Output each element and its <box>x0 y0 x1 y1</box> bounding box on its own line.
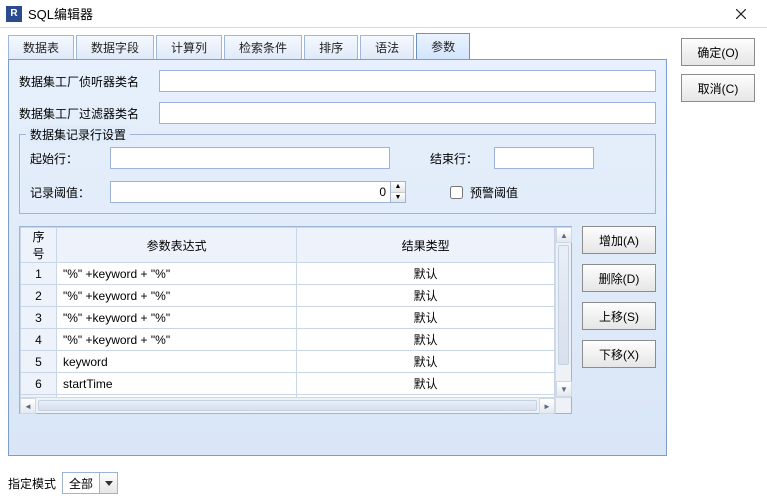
tab-calc-columns[interactable]: 计算列 <box>156 35 222 59</box>
threshold-spin-up[interactable]: ▲ <box>391 182 405 193</box>
chevron-down-icon[interactable] <box>99 473 117 493</box>
listener-label: 数据集工厂侦听器类名 <box>19 73 159 90</box>
cell-expr[interactable]: "%" +keyword + "%" <box>57 307 297 329</box>
close-icon <box>736 9 746 19</box>
scroll-right-icon[interactable]: ► <box>539 398 555 414</box>
cancel-button[interactable]: 取消(C) <box>681 74 755 102</box>
cell-expr[interactable]: "%" +keyword + "%" <box>57 285 297 307</box>
params-panel: 数据集工厂侦听器类名 数据集工厂过滤器类名 数据集记录行设置 起始行： 结束行：… <box>8 60 667 456</box>
table-row[interactable]: 5keyword默认 <box>21 351 555 373</box>
cell-index[interactable]: 4 <box>21 329 57 351</box>
tab-data-table[interactable]: 数据表 <box>8 35 74 59</box>
cell-expr[interactable]: "%" +keyword + "%" <box>57 329 297 351</box>
record-rows-group: 数据集记录行设置 起始行： 结束行： 记录阈值： ▲ ▼ 预警阈 <box>19 134 656 214</box>
app-icon: R <box>6 6 22 22</box>
warn-threshold-label: 预警阈值 <box>470 184 518 201</box>
tab-search-conditions[interactable]: 检索条件 <box>224 35 302 59</box>
scroll-up-icon[interactable]: ▲ <box>556 227 572 243</box>
cell-index[interactable]: 1 <box>21 263 57 285</box>
scroll-thumb-vertical[interactable] <box>558 245 569 365</box>
mode-label: 指定模式 <box>8 475 56 492</box>
threshold-label: 记录阈值： <box>30 184 110 201</box>
cell-result[interactable]: 默认 <box>297 329 555 351</box>
delete-button[interactable]: 删除(D) <box>582 264 656 292</box>
filter-input[interactable] <box>159 102 656 124</box>
filter-label: 数据集工厂过滤器类名 <box>19 105 159 122</box>
cell-expr[interactable]: "%" +keyword + "%" <box>57 263 297 285</box>
params-grid: 序号 参数表达式 结果类型 1"%" +keyword + "%"默认2"%" … <box>19 226 572 414</box>
footer: 指定模式 全部 <box>8 472 118 494</box>
scroll-left-icon[interactable]: ◄ <box>20 398 36 414</box>
end-row-input[interactable] <box>494 147 594 169</box>
title-bar: R SQL编辑器 <box>0 0 767 28</box>
table-row[interactable]: 1"%" +keyword + "%"默认 <box>21 263 555 285</box>
mode-combo[interactable]: 全部 <box>62 472 118 494</box>
cell-index[interactable]: 6 <box>21 373 57 395</box>
listener-input[interactable] <box>159 70 656 92</box>
horizontal-scrollbar[interactable]: ◄ ► <box>20 397 555 413</box>
ok-button[interactable]: 确定(O) <box>681 38 755 66</box>
cell-result[interactable]: 默认 <box>297 263 555 285</box>
tab-data-fields[interactable]: 数据字段 <box>76 35 154 59</box>
window-title: SQL编辑器 <box>28 4 721 23</box>
cell-expr[interactable]: startTime <box>57 373 297 395</box>
tab-syntax[interactable]: 语法 <box>360 35 414 59</box>
table-row[interactable]: 2"%" +keyword + "%"默认 <box>21 285 555 307</box>
add-button[interactable]: 增加(A) <box>582 226 656 254</box>
tab-params[interactable]: 参数 <box>416 33 470 59</box>
cell-index[interactable]: 2 <box>21 285 57 307</box>
cell-expr[interactable]: keyword <box>57 351 297 373</box>
tab-sort[interactable]: 排序 <box>304 35 358 59</box>
col-header-index[interactable]: 序号 <box>21 228 57 263</box>
table-row[interactable]: 6startTime默认 <box>21 373 555 395</box>
start-row-input[interactable] <box>110 147 390 169</box>
mode-combo-value: 全部 <box>63 475 99 492</box>
table-row[interactable]: 3"%" +keyword + "%"默认 <box>21 307 555 329</box>
scroll-thumb-horizontal[interactable] <box>38 400 537 411</box>
close-button[interactable] <box>721 1 761 27</box>
tab-strip: 数据表 数据字段 计算列 检索条件 排序 语法 参数 <box>8 34 667 60</box>
end-row-label: 结束行： <box>430 150 494 167</box>
cell-index[interactable]: 5 <box>21 351 57 373</box>
move-up-button[interactable]: 上移(S) <box>582 302 656 330</box>
move-down-button[interactable]: 下移(X) <box>582 340 656 368</box>
cell-index[interactable]: 3 <box>21 307 57 329</box>
cell-result[interactable]: 默认 <box>297 307 555 329</box>
cell-result[interactable]: 默认 <box>297 373 555 395</box>
vertical-scrollbar[interactable]: ▲ ▼ <box>555 227 571 397</box>
warn-threshold-checkbox[interactable] <box>450 186 463 199</box>
col-header-result[interactable]: 结果类型 <box>297 228 555 263</box>
scroll-down-icon[interactable]: ▼ <box>556 381 572 397</box>
threshold-spin-down[interactable]: ▼ <box>391 193 405 203</box>
col-header-expr[interactable]: 参数表达式 <box>57 228 297 263</box>
scroll-corner <box>555 397 571 413</box>
table-row[interactable]: 4"%" +keyword + "%"默认 <box>21 329 555 351</box>
cell-result[interactable]: 默认 <box>297 285 555 307</box>
group-legend: 数据集记录行设置 <box>26 126 130 143</box>
threshold-input[interactable] <box>110 181 390 203</box>
start-row-label: 起始行： <box>30 150 110 167</box>
cell-result[interactable]: 默认 <box>297 351 555 373</box>
